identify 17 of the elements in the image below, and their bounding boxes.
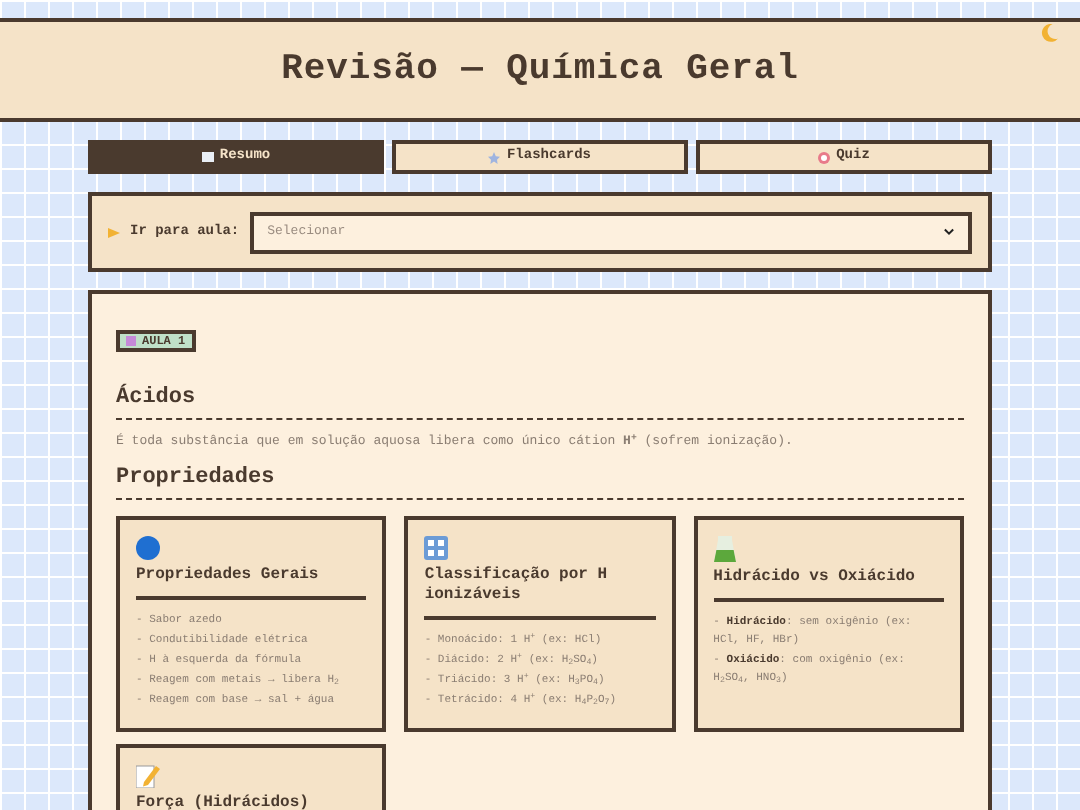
number-grid-icon xyxy=(424,536,449,560)
moon-icon[interactable] xyxy=(1040,24,1058,42)
star-icon xyxy=(488,151,501,163)
chevron-down-icon xyxy=(944,228,954,236)
card-title: Classificação por H ionizáveis xyxy=(424,566,656,620)
card-title: Força (Hidrácidos) xyxy=(136,794,367,810)
target-icon xyxy=(818,151,831,163)
book-icon xyxy=(201,152,214,162)
page-title: Revisão — Química Geral xyxy=(281,47,799,93)
card-title: Hidrácido vs Oxiácido xyxy=(713,568,944,602)
circle-icon xyxy=(136,536,160,560)
lesson-title: Ácidos xyxy=(116,386,198,412)
section-title: Propriedades xyxy=(116,466,277,492)
card-title: Propriedades Gerais xyxy=(136,566,367,600)
beaker-icon xyxy=(713,536,736,562)
memo-icon xyxy=(136,764,160,788)
pointer-icon xyxy=(108,227,120,237)
